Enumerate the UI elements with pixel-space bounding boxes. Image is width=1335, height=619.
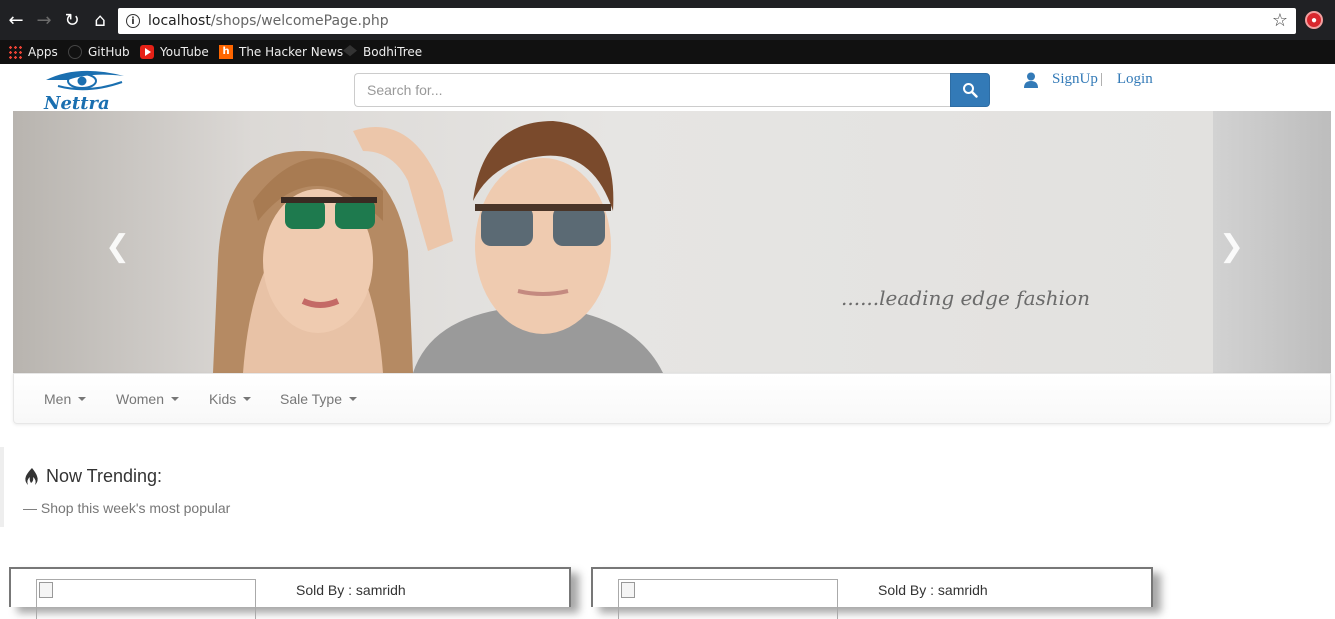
address-bar[interactable]: i localhost/shops/welcomePage.php ☆: [118, 8, 1296, 34]
url-host: localhost: [148, 13, 211, 29]
trending-subtitle: — Shop this week's most popular: [23, 500, 231, 516]
info-icon[interactable]: i: [126, 14, 140, 28]
search-input[interactable]: [354, 73, 950, 107]
carousel-prev-icon[interactable]: ❮: [105, 229, 130, 264]
user-icon: [1024, 72, 1038, 88]
hero-carousel: ......leading edge fashion ❮ ❯: [13, 111, 1331, 373]
nav-kids-dropdown[interactable]: Kids: [209, 391, 252, 407]
caret-down-icon: [78, 397, 87, 401]
search-bar: [354, 73, 990, 107]
bookmark-label: YouTube: [160, 45, 209, 59]
url-text[interactable]: localhost/shops/welcomePage.php: [148, 13, 389, 29]
nav-label: Women: [116, 391, 164, 407]
signup-link[interactable]: SignUp: [1052, 71, 1098, 88]
apps-icon: [8, 45, 22, 59]
product-image[interactable]: [36, 579, 256, 619]
back-arrow-icon[interactable]: ←: [2, 6, 30, 34]
bookmark-label: The Hacker News: [239, 45, 344, 59]
trending-section: Now Trending: — Shop this week's most po…: [0, 447, 300, 527]
link-separator: |: [1099, 71, 1103, 87]
bookmark-label: Apps: [28, 45, 58, 59]
extension-icon[interactable]: ●: [1305, 11, 1323, 29]
caret-down-icon: [349, 397, 358, 401]
sold-by-label: Sold By : samridh: [296, 582, 406, 598]
github-icon: [68, 45, 82, 59]
carousel-caption: ......leading edge fashion: [841, 286, 1090, 310]
models-illustration: [213, 121, 663, 373]
carousel-next-icon[interactable]: ❯: [1219, 229, 1244, 264]
logo-text: Nettra: [43, 93, 110, 112]
bookmark-github[interactable]: GitHub: [68, 40, 130, 64]
nav-label: Kids: [209, 391, 237, 407]
bookmark-label: BodhiTree: [363, 45, 423, 59]
carousel-slide-image: [13, 111, 1213, 373]
youtube-icon: [140, 45, 154, 59]
trending-heading: Now Trending:: [24, 466, 162, 487]
reload-icon[interactable]: ↻: [58, 6, 86, 34]
bookmark-bodhitree[interactable]: BodhiTree: [343, 40, 422, 64]
bookmark-youtube[interactable]: YouTube: [140, 40, 209, 64]
bookmark-hacker-news[interactable]: h The Hacker News: [219, 40, 343, 64]
product-card[interactable]: Sold By : samridh: [591, 567, 1153, 619]
nav-sale-type-dropdown[interactable]: Sale Type: [280, 391, 358, 407]
browser-toolbar: ← → ↻ ⌂ i localhost/shops/welcomePage.ph…: [0, 0, 1335, 40]
hacker-news-icon: h: [219, 45, 233, 59]
trending-title: Now Trending:: [46, 466, 163, 486]
nav-label: Men: [44, 391, 72, 407]
bookmark-apps[interactable]: Apps: [8, 40, 58, 64]
product-card[interactable]: Sold By : samridh: [9, 567, 571, 619]
home-icon[interactable]: ⌂: [86, 6, 114, 34]
url-path: /shops/welcomePage.php: [210, 13, 389, 29]
bodhitree-icon: [343, 45, 357, 57]
caret-down-icon: [243, 397, 252, 401]
bookmark-star-icon[interactable]: ☆: [1272, 10, 1288, 31]
login-link[interactable]: Login: [1117, 71, 1153, 88]
nav-women-dropdown[interactable]: Women: [116, 391, 179, 407]
search-button[interactable]: [950, 73, 990, 107]
category-navbar: Men Women Kids Sale Type: [13, 373, 1331, 424]
broken-image-icon: [621, 582, 635, 598]
fire-icon: [25, 467, 38, 485]
search-icon: [963, 83, 978, 98]
bookmarks-bar: Apps GitHub YouTube h The Hacker News Bo…: [0, 40, 1335, 64]
bookmark-label: GitHub: [88, 45, 130, 59]
auth-links: SignUp | Login: [1024, 71, 1153, 88]
nav-men-dropdown[interactable]: Men: [44, 391, 87, 407]
nettra-logo[interactable]: Nettra: [38, 66, 130, 112]
sold-by-label: Sold By : samridh: [878, 582, 988, 598]
product-image[interactable]: [618, 579, 838, 619]
caret-down-icon: [170, 397, 179, 401]
forward-arrow-icon[interactable]: →: [30, 6, 58, 34]
nav-label: Sale Type: [280, 391, 343, 407]
broken-image-icon: [39, 582, 53, 598]
